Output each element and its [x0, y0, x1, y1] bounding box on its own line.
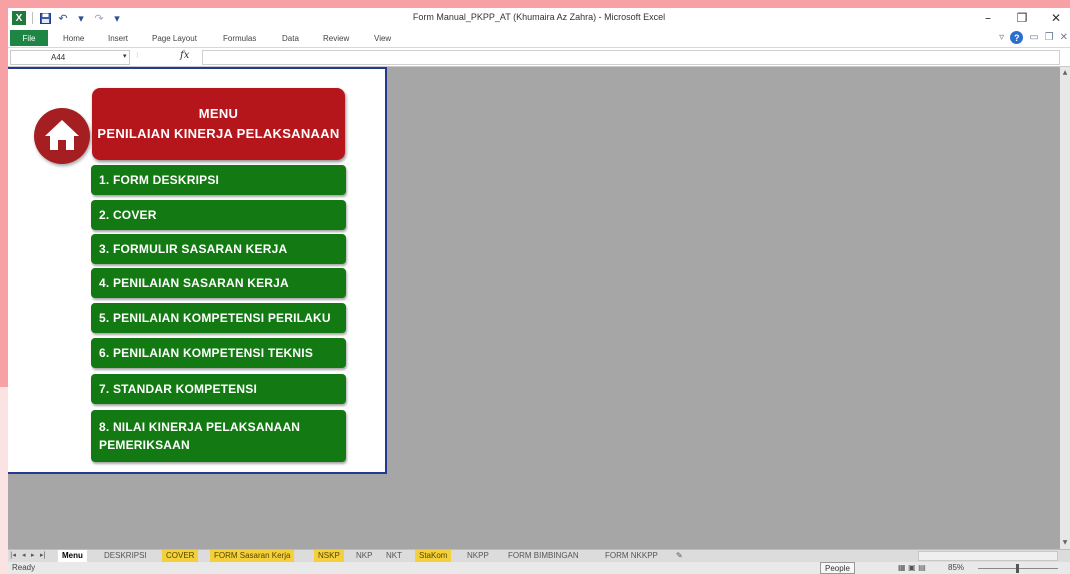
button8-line2: PEMERIKSAAN [99, 438, 190, 452]
formula-cancel-icon: ⁝ [136, 51, 139, 60]
sheet-tab-form-sasaran-kerja[interactable]: FORM Sasaran Kerja [210, 550, 295, 562]
insert-sheet-icon[interactable]: ✎ [672, 550, 687, 562]
sheet-tab-nskp[interactable]: NSKP [314, 550, 344, 562]
zoom-slider[interactable] [978, 564, 1058, 573]
window-title: Form Manual_PKPP_AT (Khumaira Az Zahra) … [412, 12, 666, 22]
penilaian-kompetensi-teknis-button[interactable]: 6. PENILAIAN KOMPETENSI TEKNIS [91, 338, 346, 368]
button8-line1: 8. NILAI KINERJA PELAKSANAAN [99, 420, 301, 434]
menu-title-line1: MENU [198, 106, 239, 121]
last-sheet-icon[interactable]: ▸| [40, 551, 46, 559]
first-sheet-icon[interactable]: |◂ [10, 551, 16, 559]
menu-panel: MENU PENILAIAN KINERJA PELAKSANAAN 1. FO… [8, 67, 387, 474]
vertical-scrollbar[interactable]: ▲ ▼ [1060, 67, 1070, 549]
people-button[interactable]: People [820, 562, 855, 574]
next-sheet-icon[interactable]: ▸ [31, 551, 35, 559]
sheet-tab-nkt[interactable]: NKT [382, 550, 406, 562]
help-icon[interactable]: ? [1010, 31, 1024, 44]
sheet-tab-deskripsi[interactable]: DESKRIPSI [100, 550, 151, 562]
worksheet-area[interactable]: MENU PENILAIAN KINERJA PELAKSANAAN 1. FO… [8, 67, 1060, 549]
button8-label: 8. NILAI KINERJA PELAKSANAAN PEMERIKSAAN [99, 418, 300, 454]
tab-view[interactable]: View [374, 34, 391, 43]
zoom-slider-thumb[interactable] [1016, 564, 1019, 573]
workbook-restore-icon[interactable]: ❐ [1045, 32, 1054, 43]
workbook-minimize-icon[interactable]: ▭ [1029, 32, 1038, 43]
status-ready: Ready [12, 563, 36, 572]
menu-title-banner: MENU PENILAIAN KINERJA PELAKSANAAN [92, 88, 345, 160]
restore-button[interactable]: ❐ [1012, 10, 1032, 26]
formula-bar: A44 ▾ ⁝ fx [8, 48, 1070, 67]
home-button[interactable] [34, 108, 90, 164]
standar-kompetensi-button[interactable]: 7. STANDAR KOMPETENSI [91, 374, 346, 404]
penilaian-sasaran-kerja-button[interactable]: 4. PENILAIAN SASARAN KERJA [91, 268, 346, 298]
sheet-tab-form-bimbingan[interactable]: FORM BIMBINGAN [504, 550, 583, 562]
minimize-button[interactable]: – [978, 10, 998, 26]
nilai-kinerja-pelaksanaan-button[interactable]: 8. NILAI KINERJA PELAKSANAAN PEMERIKSAAN [91, 410, 346, 462]
tab-page-layout[interactable]: Page Layout [152, 34, 197, 43]
tab-home[interactable]: Home [63, 34, 84, 43]
horizontal-scrollbar[interactable] [918, 551, 1058, 561]
tab-formulas[interactable]: Formulas [223, 34, 256, 43]
view-buttons[interactable]: ▦ ▣ ▤ [898, 563, 926, 572]
ribbon-tabs: File Home Insert Page Layout Formulas Da… [8, 28, 1070, 48]
menu-title-line2: PENILAIAN KINERJA PELAKSANAAN [97, 126, 340, 141]
penilaian-kompetensi-perilaku-button[interactable]: 5. PENILAIAN KOMPETENSI PERILAKU [91, 303, 346, 333]
sheet-tab-form-nkkpp[interactable]: FORM NKKPP [601, 550, 662, 562]
tab-data[interactable]: Data [282, 34, 299, 43]
close-button[interactable]: ✕ [1046, 10, 1066, 26]
title-bar: X ↶ ▾ ↷ ▾ Form Manual_PKPP_AT (Khumaira … [8, 8, 1070, 28]
zoom-level[interactable]: 85% [948, 563, 964, 572]
sheet-tab-menu[interactable]: Menu [58, 550, 87, 562]
file-tab[interactable]: File [10, 30, 48, 46]
insert-function-icon[interactable]: fx [180, 50, 189, 61]
sheet-tab-cover[interactable]: COVER [162, 550, 199, 562]
formulir-sasaran-kerja-button[interactable]: 3. FORMULIR SASARAN KERJA [91, 234, 346, 264]
ribbon-right-icons: ▿ ? ▭ ❐ ✕ [999, 31, 1068, 44]
cover-button[interactable]: 2. COVER [91, 200, 346, 230]
name-box[interactable]: A44 [10, 50, 130, 65]
workbook-close-icon[interactable]: ✕ [1060, 32, 1068, 43]
prev-sheet-icon[interactable]: ◂ [22, 551, 26, 559]
tab-review[interactable]: Review [323, 34, 349, 43]
scroll-down-icon[interactable]: ▼ [1061, 539, 1069, 547]
minimize-ribbon-icon[interactable]: ▿ [999, 32, 1004, 43]
formula-input[interactable] [202, 50, 1060, 65]
sheet-tab-stakom[interactable]: StaKom [415, 550, 452, 562]
name-box-dropdown-icon[interactable]: ▾ [123, 52, 127, 60]
home-icon [45, 120, 79, 150]
sheet-tab-bar: |◂ ◂ ▸ ▸| Menu DESKRIPSI COVER FORM Sasa… [8, 549, 1070, 562]
sheet-tab-nkp[interactable]: NKP [352, 550, 376, 562]
status-bar: Ready People ▦ ▣ ▤ 85% [8, 562, 1070, 574]
scroll-up-icon[interactable]: ▲ [1061, 69, 1069, 77]
form-deskripsi-button[interactable]: 1. FORM DESKRIPSI [91, 165, 346, 195]
excel-window: X ↶ ▾ ↷ ▾ Form Manual_PKPP_AT (Khumaira … [8, 8, 1070, 574]
sheet-tab-nkpp[interactable]: NKPP [463, 550, 493, 562]
tab-insert[interactable]: Insert [108, 34, 128, 43]
